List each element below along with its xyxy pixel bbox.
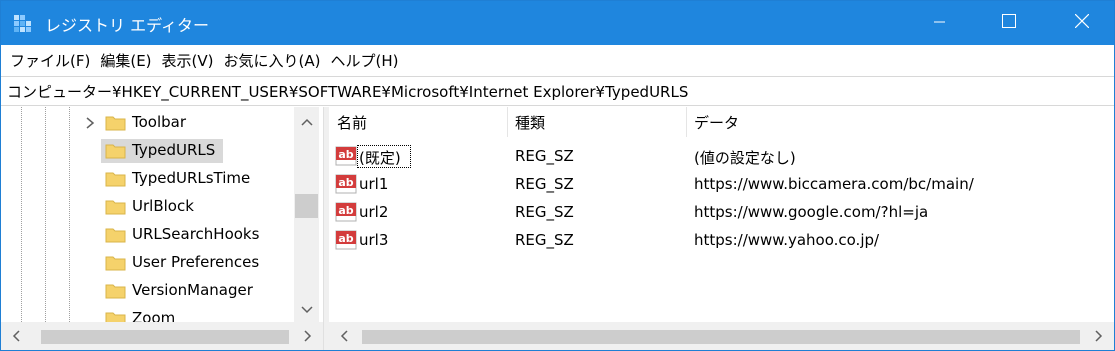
- value-row[interactable]: ab (既定) REG_SZ (値の設定なし): [329, 142, 1114, 170]
- column-header-name[interactable]: 名前: [337, 107, 367, 137]
- value-name: url3: [359, 231, 389, 249]
- tree-item-urlsearchhooks[interactable]: URLSearchHooks: [1, 221, 294, 249]
- registry-editor-window: レジストリ エディター ファイル(F) 編集(E) 表示(V) お気に入り(A)…: [0, 0, 1115, 351]
- scroll-thumb[interactable]: [362, 330, 1080, 344]
- menu-file[interactable]: ファイル(F): [5, 50, 95, 71]
- tree-item-versionmanager[interactable]: VersionManager: [1, 277, 294, 305]
- folder-icon: [105, 170, 127, 188]
- registry-string-value-icon: ab: [335, 173, 357, 195]
- tree-item-label: URLSearchHooks: [132, 225, 260, 243]
- registry-string-value-icon: ab: [335, 145, 357, 167]
- registry-string-value-icon: ab: [335, 201, 357, 223]
- chevron-down-icon: [300, 300, 313, 318]
- minimize-button[interactable]: [917, 1, 963, 45]
- value-row[interactable]: ab url2 REG_SZ https://www.google.com/?h…: [329, 198, 1114, 226]
- value-type: REG_SZ: [515, 147, 574, 165]
- value-type: REG_SZ: [515, 175, 574, 193]
- svg-text:ab: ab: [338, 232, 353, 245]
- column-divider[interactable]: [686, 107, 687, 137]
- close-button[interactable]: [1059, 1, 1105, 45]
- value-data: (値の設定なし): [694, 149, 796, 167]
- scroll-up-button[interactable]: [294, 107, 319, 135]
- chevron-right-icon: [304, 328, 312, 346]
- value-name: url1: [359, 175, 389, 193]
- value-name: (既定): [359, 149, 401, 167]
- menu-bar: ファイル(F) 編集(E) 表示(V) お気に入り(A) ヘルプ(H): [1, 45, 1114, 75]
- registry-editor-icon: [13, 14, 33, 34]
- value-data: https://www.yahoo.co.jp/: [694, 231, 880, 249]
- tree-horizontal-scrollbar[interactable]: [1, 322, 323, 350]
- menu-help[interactable]: ヘルプ(H): [325, 50, 403, 71]
- folder-icon: [105, 142, 127, 160]
- scroll-left-button[interactable]: [329, 322, 359, 350]
- value-data: https://www.google.com/?hl=ja: [694, 203, 929, 221]
- svg-text:ab: ab: [338, 148, 353, 161]
- folder-icon: [105, 114, 127, 132]
- registry-string-value-icon: ab: [335, 229, 357, 251]
- folder-icon: [105, 198, 127, 216]
- value-data: https://www.biccamera.com/bc/main/: [694, 175, 974, 193]
- title-bar[interactable]: レジストリ エディター: [1, 1, 1114, 45]
- tree-item-user-preferences[interactable]: User Preferences: [1, 249, 294, 277]
- tree-item-label: UrlBlock: [132, 197, 194, 215]
- value-type: REG_SZ: [515, 231, 574, 249]
- svg-text:ab: ab: [338, 204, 353, 217]
- menu-favorites[interactable]: お気に入り(A): [219, 50, 326, 71]
- chevron-left-icon: [12, 328, 20, 346]
- menu-view[interactable]: 表示(V): [157, 50, 219, 71]
- tree-item-label: TypedURLsTime: [132, 169, 251, 187]
- tree-item-toolbar[interactable]: Toolbar: [1, 109, 294, 137]
- tree-vertical-scrollbar[interactable]: [294, 107, 319, 322]
- scroll-left-button[interactable]: [1, 322, 31, 350]
- maximize-button[interactable]: [986, 1, 1032, 45]
- tree-item-label: VersionManager: [132, 281, 253, 299]
- folder-icon: [105, 226, 127, 244]
- column-header-data[interactable]: データ: [694, 107, 739, 137]
- tree-item-label: Toolbar: [132, 113, 187, 131]
- column-divider[interactable]: [507, 107, 508, 137]
- value-type: REG_SZ: [515, 203, 574, 221]
- svg-text:ab: ab: [338, 176, 353, 189]
- chevron-left-icon: [340, 328, 348, 346]
- scroll-right-button[interactable]: [293, 322, 323, 350]
- menu-edit[interactable]: 編集(E): [95, 50, 156, 71]
- close-icon: [1074, 13, 1090, 32]
- maximize-icon: [1002, 14, 1016, 32]
- tree-item-typedurls[interactable]: TypedURLS: [1, 137, 294, 165]
- address-path: コンピューター¥HKEY_CURRENT_USER¥SOFTWARE¥Micro…: [7, 82, 689, 101]
- scroll-right-button[interactable]: [1084, 322, 1114, 350]
- chevron-right-icon[interactable]: [84, 116, 96, 130]
- minimize-icon: [934, 14, 946, 32]
- value-row[interactable]: ab url3 REG_SZ https://www.yahoo.co.jp/: [329, 226, 1114, 254]
- tree-pane: Toolbar TypedURLS TypedURLsTime UrlBlock: [1, 107, 323, 350]
- chevron-right-icon: [1095, 328, 1103, 346]
- tree-item-typedurlstime[interactable]: TypedURLsTime: [1, 165, 294, 193]
- tree-item-label: TypedURLS: [132, 141, 216, 159]
- value-name: url2: [359, 203, 389, 221]
- values-list-pane: 名前 種類 データ ab (既定) REG_SZ (値の設定なし) ab url…: [329, 107, 1114, 350]
- value-row[interactable]: ab url1 REG_SZ https://www.biccamera.com…: [329, 170, 1114, 198]
- folder-icon: [105, 254, 127, 272]
- address-bar[interactable]: コンピューター¥HKEY_CURRENT_USER¥SOFTWARE¥Micro…: [1, 76, 1114, 106]
- scroll-thumb[interactable]: [41, 330, 289, 344]
- chevron-up-icon: [300, 112, 313, 130]
- list-horizontal-scrollbar[interactable]: [329, 322, 1114, 350]
- folder-icon: [105, 282, 127, 300]
- tree-item-label: User Preferences: [132, 253, 260, 271]
- tree-item-urlblock[interactable]: UrlBlock: [1, 193, 294, 221]
- scroll-down-button[interactable]: [294, 295, 319, 323]
- scroll-thumb[interactable]: [295, 194, 318, 218]
- window-title: レジストリ エディター: [45, 16, 209, 35]
- column-header-type[interactable]: 種類: [515, 107, 545, 137]
